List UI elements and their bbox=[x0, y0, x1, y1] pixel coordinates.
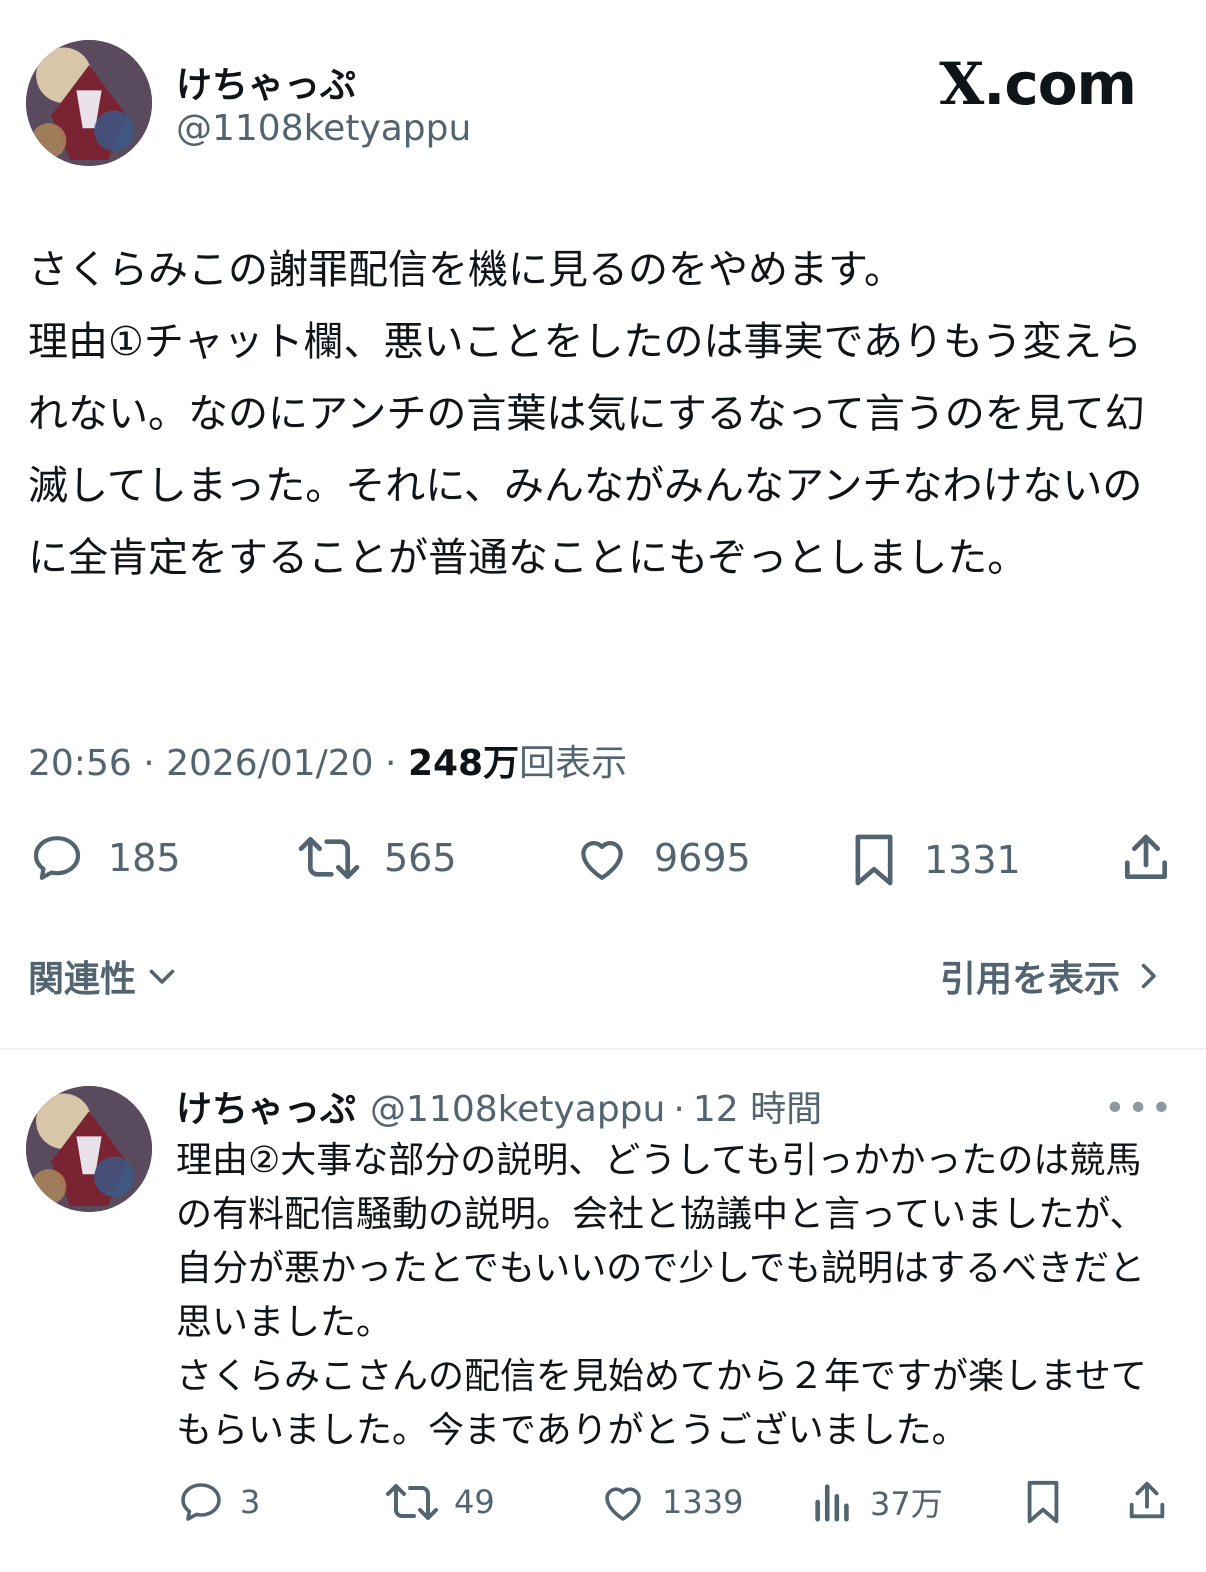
share-button[interactable] bbox=[1118, 830, 1174, 886]
reply-retweet-count: 49 bbox=[454, 1483, 495, 1521]
retweet-icon bbox=[298, 837, 360, 879]
reply-text: 理由②大事な部分の説明、どうしても引っかかったのは競馬の有料配信騒動の説明。会社… bbox=[176, 1140, 1147, 1451]
share-icon bbox=[1129, 1481, 1165, 1519]
reply-count: 185 bbox=[108, 836, 181, 880]
like-button[interactable]: 9695 bbox=[572, 830, 751, 886]
reply-button[interactable]: 185 bbox=[28, 830, 181, 886]
views-icon bbox=[815, 1484, 849, 1522]
reply-handle[interactable]: @1108ketyappu bbox=[370, 1089, 665, 1130]
avatar[interactable] bbox=[26, 40, 152, 166]
bookmark-icon bbox=[855, 834, 893, 886]
tweet-meta: 20:56 · 2026/01/20 · 248万回表示 bbox=[28, 734, 627, 786]
brand-domain: .com bbox=[983, 50, 1137, 118]
reply-reply-count: 3 bbox=[240, 1483, 261, 1521]
show-quotes-label: 引用を表示 bbox=[939, 959, 1120, 1000]
view-count: 248万 bbox=[407, 743, 520, 784]
reply-reply-button[interactable]: 3 bbox=[176, 1478, 260, 1526]
relevance-label: 関連性 bbox=[28, 959, 137, 1000]
tweet-date[interactable]: 2026/01/20 bbox=[166, 743, 374, 784]
reply-views-button[interactable]: 37万 bbox=[810, 1478, 943, 1526]
reply-time[interactable]: 12 時間 bbox=[693, 1080, 822, 1132]
user-handle[interactable]: @1108ketyappu bbox=[176, 108, 471, 149]
bookmark-icon bbox=[1027, 1480, 1059, 1524]
reply-icon bbox=[33, 836, 81, 880]
show-quotes-link[interactable]: 引用を表示 bbox=[940, 950, 1166, 1002]
reply-bookmark-button[interactable] bbox=[1020, 1476, 1066, 1528]
retweet-count: 565 bbox=[384, 836, 457, 880]
reply-retweet-button[interactable]: 49 bbox=[384, 1478, 495, 1526]
relevance-sort-button[interactable]: 関連性 bbox=[28, 950, 180, 1002]
display-name[interactable]: けちゃっぷ bbox=[176, 56, 356, 108]
reply-share-button[interactable] bbox=[1124, 1476, 1170, 1526]
reply-avatar[interactable] bbox=[26, 1086, 152, 1212]
avatar-art bbox=[26, 1086, 152, 1212]
reply-like-count: 1339 bbox=[662, 1483, 744, 1521]
brand-logo: X.com bbox=[939, 50, 1137, 118]
retweet-icon bbox=[386, 1484, 438, 1520]
view-label: 回表示 bbox=[519, 743, 628, 784]
avatar-art bbox=[26, 40, 152, 166]
x-logo-mark: X bbox=[939, 50, 984, 118]
bookmark-button[interactable]: 1331 bbox=[846, 830, 1021, 890]
reply-header: けちゃっぷ @1108ketyappu · 12 時間 bbox=[176, 1080, 822, 1132]
reply-icon bbox=[181, 1483, 221, 1521]
tweet-time[interactable]: 20:56 bbox=[28, 743, 132, 784]
share-icon bbox=[1125, 834, 1167, 879]
tweet-text: さくらみこの謝罪配信を機に見るのをやめます。 理由①チャット欄、悪いことをしたの… bbox=[28, 247, 1145, 581]
like-count: 9695 bbox=[654, 836, 751, 880]
meta-separator: · bbox=[373, 743, 408, 784]
reply-dot: · bbox=[673, 1089, 685, 1130]
heart-icon bbox=[605, 1487, 641, 1521]
more-options-button[interactable]: ••• bbox=[1104, 1088, 1174, 1129]
divider bbox=[0, 1048, 1206, 1050]
meta-separator: · bbox=[131, 743, 167, 784]
reply-display-name[interactable]: けちゃっぷ bbox=[176, 1080, 356, 1132]
bookmark-count: 1331 bbox=[924, 838, 1021, 882]
chevron-right-icon bbox=[1141, 963, 1156, 989]
chevron-down-icon bbox=[149, 969, 175, 984]
reply-like-button[interactable]: 1339 bbox=[598, 1478, 743, 1526]
reply-views-count: 37万 bbox=[870, 1485, 943, 1523]
retweet-button[interactable]: 565 bbox=[296, 830, 457, 886]
heart-icon bbox=[581, 841, 623, 880]
